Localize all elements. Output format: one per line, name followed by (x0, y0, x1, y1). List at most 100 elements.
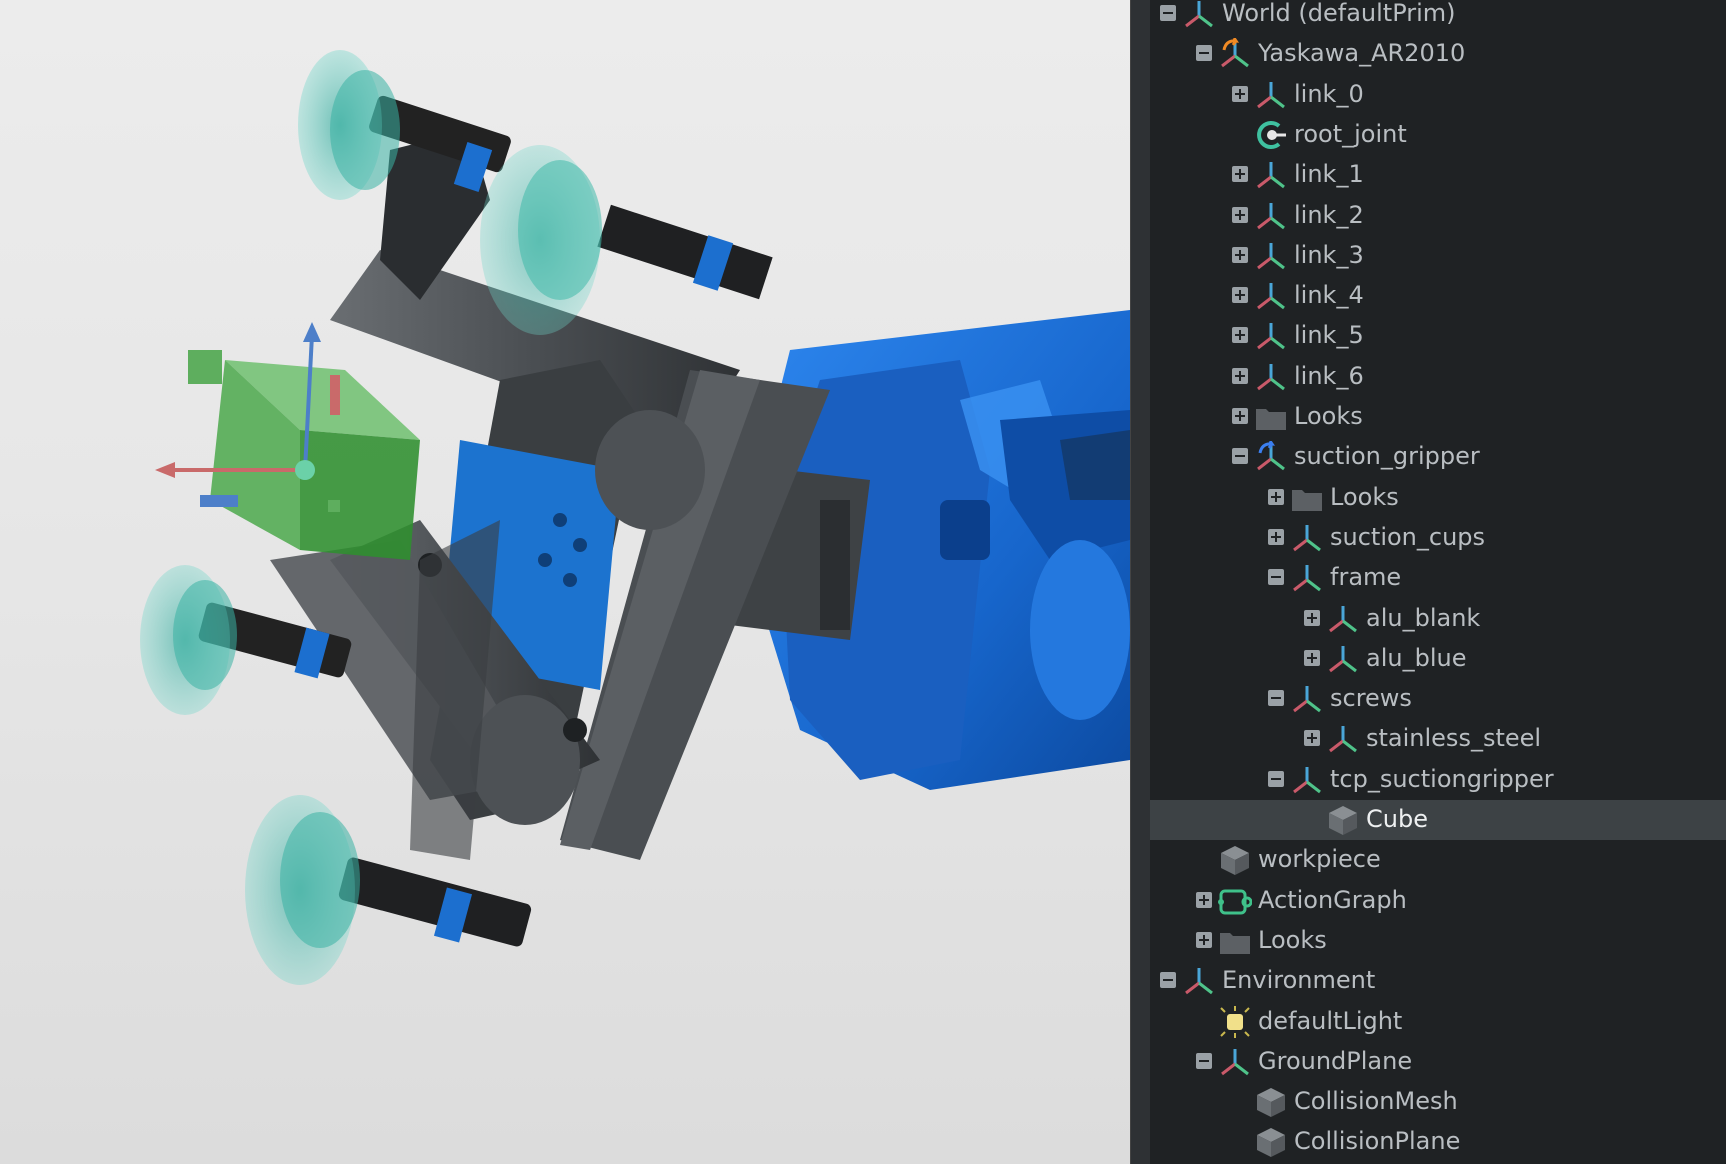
expand-icon[interactable] (1268, 488, 1284, 505)
tree-row-label: link_5 (1294, 321, 1364, 350)
tree-row-suction-gripper[interactable]: suction_gripper (1150, 437, 1726, 477)
tree-row-label: tcp_suctiongripper (1330, 764, 1554, 793)
expand-icon[interactable] (1304, 649, 1320, 666)
tree-row-label: Cube (1366, 805, 1428, 833)
tree-row-label: screws (1330, 684, 1412, 713)
tree-row-label: ActionGraph (1258, 885, 1407, 914)
expand-icon[interactable] (1232, 287, 1248, 304)
xform-icon (1326, 643, 1360, 675)
tree-row-frame[interactable]: frame (1150, 558, 1726, 598)
collapse-icon[interactable] (1160, 5, 1176, 21)
tree-row-groundplane[interactable]: GroundPlane (1150, 1042, 1726, 1082)
tree-row-link-0[interactable]: link_0 (1150, 75, 1726, 115)
tree-row-label: Looks (1330, 482, 1399, 511)
cube-handle[interactable] (188, 350, 222, 384)
expand-icon[interactable] (1232, 408, 1248, 424)
expand-icon[interactable] (1232, 85, 1248, 102)
tree-row-label: frame (1330, 563, 1402, 592)
tree-row-label: stainless_steel (1366, 724, 1542, 753)
viewport[interactable] (0, 0, 1130, 1164)
expand-icon[interactable] (1232, 327, 1248, 344)
tree-row-link-2[interactable]: link_2 (1150, 196, 1726, 236)
xform-icon (1254, 320, 1288, 352)
xform-payload-icon (1254, 440, 1288, 473)
cube-icon (1254, 1086, 1288, 1118)
folder-icon (1254, 401, 1288, 433)
tree-row-workpiece[interactable]: workpiece (1150, 840, 1726, 880)
tree-row-yaskawa-ar2010[interactable]: Yaskawa_AR2010 (1150, 34, 1726, 74)
folder-icon (1218, 925, 1252, 957)
expand-icon[interactable] (1304, 730, 1320, 747)
xform-icon (1326, 723, 1360, 755)
collapse-icon[interactable] (1268, 569, 1284, 586)
tree-row-looks[interactable]: Looks (1150, 478, 1726, 518)
tree-row-label: defaultLight (1258, 1006, 1403, 1035)
tree-row-label: alu_blue (1366, 643, 1467, 672)
expand-icon[interactable] (1196, 931, 1212, 948)
expand-icon[interactable] (1304, 609, 1320, 626)
viewport-scene (140, 50, 1130, 985)
xform-icon (1254, 79, 1288, 111)
tree-row-link-5[interactable]: link_5 (1150, 316, 1726, 356)
tree-row-stainless-steel[interactable]: stainless_steel (1150, 719, 1726, 759)
xform-icon (1326, 603, 1360, 635)
tree-row-environment[interactable]: Environment (1150, 961, 1726, 1001)
tree-row-looks[interactable]: Looks (1150, 921, 1726, 961)
tree-row-label: workpiece (1258, 845, 1381, 874)
tree-row-suction-cups[interactable]: suction_cups (1150, 518, 1726, 558)
collapse-icon[interactable] (1232, 448, 1248, 465)
xform-icon (1254, 280, 1288, 312)
tree-row-label: Yaskawa_AR2010 (1258, 39, 1466, 68)
tree-row-label: link_0 (1294, 79, 1364, 108)
tree-row-cube[interactable]: Cube (1150, 800, 1726, 840)
collapse-icon[interactable] (1196, 45, 1212, 62)
xform-icon (1218, 1046, 1252, 1078)
tree-row-looks[interactable]: Looks (1150, 397, 1726, 437)
tree-row-label: GroundPlane (1258, 1046, 1413, 1075)
xform-icon (1182, 965, 1216, 997)
xform-icon (1254, 240, 1288, 272)
tree-row-alu-blue[interactable]: alu_blue (1150, 639, 1726, 679)
expand-icon[interactable] (1232, 246, 1248, 263)
tree-row-label: link_3 (1294, 240, 1364, 269)
expand-icon[interactable] (1268, 528, 1284, 545)
expand-icon[interactable] (1232, 367, 1248, 384)
collapse-icon[interactable] (1160, 972, 1176, 989)
collapse-icon[interactable] (1268, 770, 1284, 787)
panel-splitter[interactable] (1130, 0, 1151, 1164)
collapse-icon[interactable] (1196, 1052, 1212, 1069)
tree-row-label: link_1 (1294, 160, 1364, 189)
tree-row-label: suction_gripper (1294, 442, 1480, 471)
tree-row-label: CollisionPlane (1294, 1127, 1461, 1156)
tree-row-label: link_4 (1294, 281, 1364, 310)
tree-row-collisionplane[interactable]: CollisionPlane (1150, 1122, 1726, 1162)
tree-row-defaultlight[interactable]: defaultLight (1150, 1002, 1726, 1042)
tree-row-collisionmesh[interactable]: CollisionMesh (1150, 1082, 1726, 1122)
tree-row-tcp-suctiongripper[interactable]: tcp_suctiongripper (1150, 760, 1726, 800)
tree-row-link-1[interactable]: link_1 (1150, 155, 1726, 195)
expand-icon[interactable] (1232, 166, 1248, 183)
collapse-icon[interactable] (1268, 690, 1284, 707)
tree-row-world-defaultprim[interactable]: World (defaultPrim) (1150, 0, 1726, 34)
tree-row-root-joint[interactable]: root_joint (1150, 115, 1726, 155)
tree-row-label: alu_blank (1366, 603, 1481, 632)
cube-icon (1326, 804, 1360, 836)
tree-row-label: Environment (1222, 966, 1376, 995)
tree-row-label: Looks (1294, 402, 1363, 430)
xform-icon (1254, 159, 1288, 191)
expand-icon[interactable] (1232, 206, 1248, 223)
tree-row-actiongraph[interactable]: ActionGraph (1150, 881, 1726, 921)
tree-row-link-3[interactable]: link_3 (1150, 236, 1726, 276)
tree-row-link-4[interactable]: link_4 (1150, 276, 1726, 316)
xform-icon (1290, 764, 1324, 796)
light-icon (1218, 1005, 1252, 1038)
tree-row-screws[interactable]: screws (1150, 679, 1726, 719)
action-graph-icon (1218, 885, 1253, 917)
tree-row-label: World (defaultPrim) (1222, 0, 1456, 27)
expand-icon[interactable] (1196, 891, 1212, 908)
stage-tree[interactable]: World (defaultPrim) Yaskawa_AR2010 link_0r… (1150, 0, 1726, 1164)
tree-row-link-6[interactable]: link_6 (1150, 357, 1726, 397)
xform-icon (1290, 683, 1324, 715)
xform-icon (1182, 0, 1216, 30)
tree-row-alu-blank[interactable]: alu_blank (1150, 599, 1726, 639)
